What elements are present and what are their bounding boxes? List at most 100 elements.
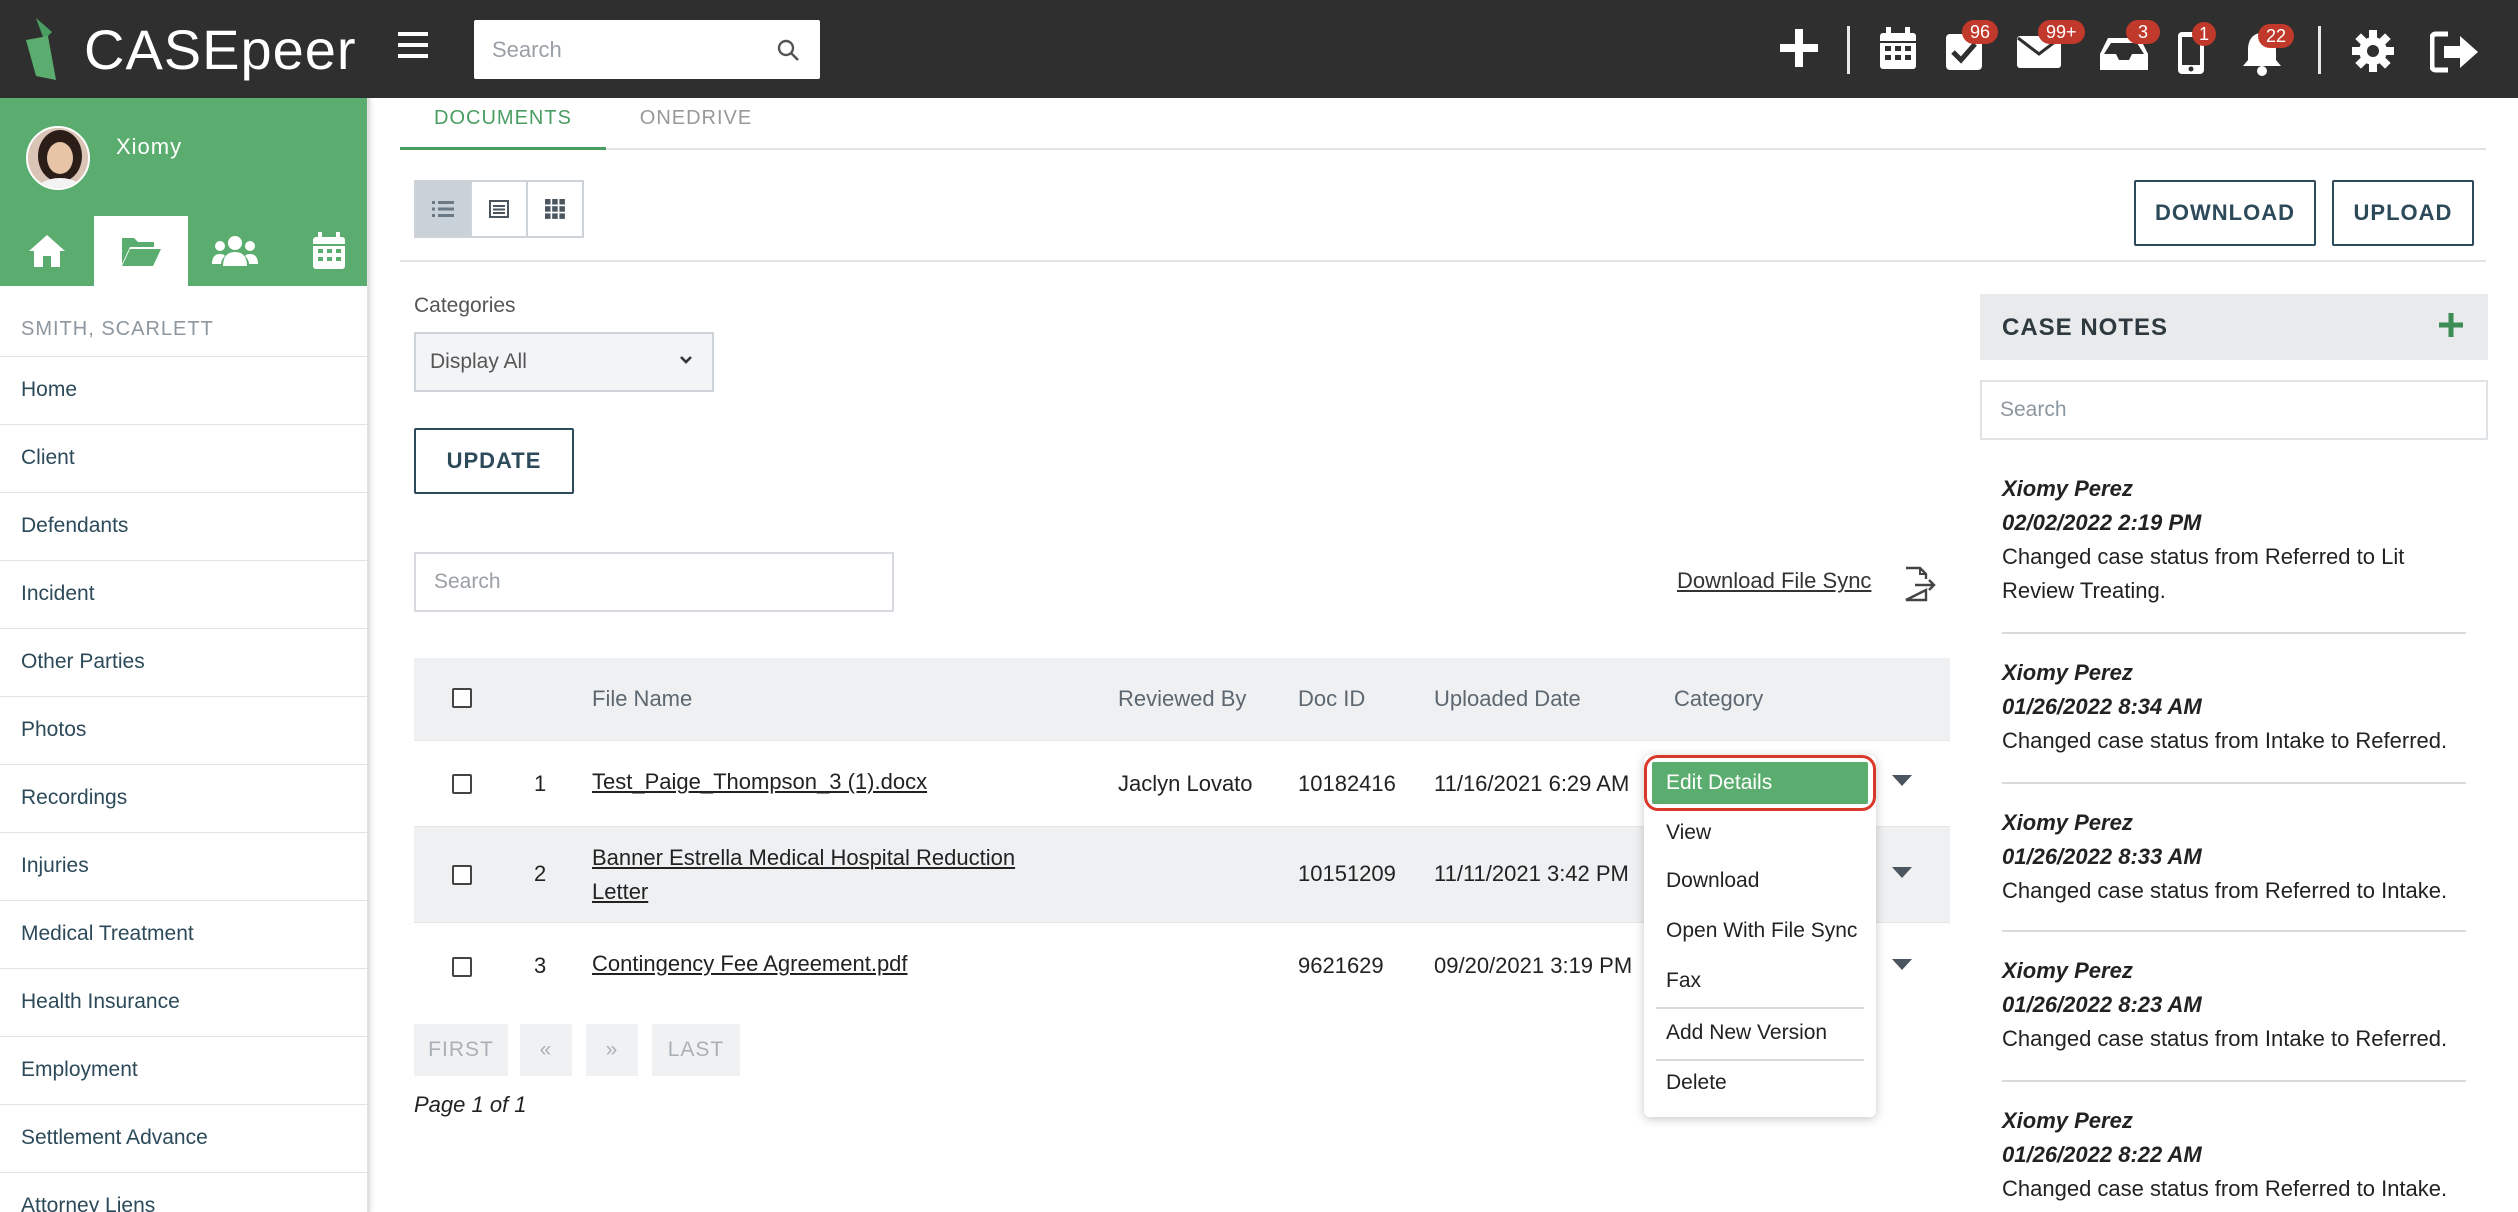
users-icon xyxy=(212,236,258,266)
global-search xyxy=(474,20,820,79)
note-author: Xiomy Perez xyxy=(2002,810,2133,835)
column-uploaded-date[interactable]: Uploaded Date xyxy=(1434,686,1581,712)
menu-item-view[interactable]: View xyxy=(1644,813,1876,853)
search-icon[interactable] xyxy=(776,38,800,62)
avatar[interactable] xyxy=(26,126,90,190)
tasks-badge: 96 xyxy=(1962,20,1999,44)
row-checkbox[interactable] xyxy=(452,774,472,794)
column-category[interactable]: Category xyxy=(1674,686,1763,712)
folder-open-icon xyxy=(122,238,161,266)
sidebar-item-home[interactable]: Home xyxy=(0,356,367,424)
sidebar-item-incident[interactable]: Incident xyxy=(0,560,367,628)
list-view-button[interactable] xyxy=(414,180,472,238)
sidebar-item-recordings[interactable]: Recordings xyxy=(0,764,367,832)
note-separator xyxy=(2002,632,2466,634)
grid-view-button[interactable] xyxy=(526,180,584,238)
pagination-prev[interactable]: « xyxy=(520,1024,572,1076)
sidebar-item-photos[interactable]: Photos xyxy=(0,696,367,764)
calendar-icon[interactable] xyxy=(1878,27,1918,71)
categories-select[interactable]: Display All xyxy=(414,332,714,392)
nav-documents[interactable] xyxy=(94,216,188,286)
row-checkbox[interactable] xyxy=(452,957,472,977)
caret-down-icon[interactable] xyxy=(1892,867,1912,879)
note-date: 01/26/2022 8:23 AM xyxy=(2002,992,2202,1017)
pagination-next[interactable]: » xyxy=(586,1024,638,1076)
caret-down-icon[interactable] xyxy=(1892,959,1912,971)
note-separator xyxy=(2002,782,2466,784)
nav-calendar[interactable] xyxy=(282,216,367,286)
sidebar-item-settlement-advance[interactable]: Settlement Advance xyxy=(0,1104,367,1172)
sidebar: Xiomy SMITH, SCARLETT Home Client Defend… xyxy=(0,98,370,1212)
pagination-first[interactable]: FIRST xyxy=(414,1024,508,1076)
grid-icon xyxy=(545,199,565,219)
column-file-name[interactable]: File Name xyxy=(592,686,692,712)
note-author: Xiomy Perez xyxy=(2002,476,2133,501)
mail-icon[interactable]: 99+ xyxy=(2016,20,2085,70)
case-notes-search-input[interactable] xyxy=(1982,382,2486,438)
case-note: Xiomy Perez 01/26/2022 8:23 AM Changed c… xyxy=(2002,954,2452,1056)
note-separator xyxy=(2002,1080,2466,1082)
file-name-link[interactable]: Banner Estrella Medical Hospital Reducti… xyxy=(592,841,1032,909)
uploaded-date: 11/11/2021 3:42 PM xyxy=(1434,861,1629,886)
sidebar-item-health-insurance[interactable]: Health Insurance xyxy=(0,968,367,1036)
file-name-link[interactable]: Contingency Fee Agreement.pdf xyxy=(592,947,908,981)
bell-icon[interactable]: 22 xyxy=(2240,24,2295,76)
sidebar-item-medical-treatment[interactable]: Medical Treatment xyxy=(0,900,367,968)
menu-item-delete[interactable]: Delete xyxy=(1644,1063,1876,1103)
upload-button[interactable]: UPLOAD xyxy=(2332,180,2474,246)
row-checkbox[interactable] xyxy=(452,865,472,885)
menu-item-download[interactable]: Download xyxy=(1644,861,1876,901)
tab-documents[interactable]: DOCUMENTS xyxy=(400,98,606,150)
sidebar-item-employment[interactable]: Employment xyxy=(0,1036,367,1104)
divider xyxy=(400,260,2486,262)
sidebar-item-client[interactable]: Client xyxy=(0,424,367,492)
download-button[interactable]: DOWNLOAD xyxy=(2134,180,2316,246)
menu-item-fax[interactable]: Fax xyxy=(1644,961,1876,1001)
note-author: Xiomy Perez xyxy=(2002,660,2133,685)
phone-icon[interactable]: 1 xyxy=(2176,22,2216,76)
gear-icon[interactable] xyxy=(2350,28,2396,74)
table-header: File Name Reviewed By Doc ID Uploaded Da… xyxy=(414,658,1950,740)
case-note: Xiomy Perez 02/02/2022 2:19 PM Changed c… xyxy=(2002,472,2452,608)
tab-onedrive[interactable]: ONEDRIVE xyxy=(606,98,786,150)
home-icon xyxy=(29,235,65,267)
doc-id: 9621629 xyxy=(1298,953,1384,978)
tasks-icon[interactable]: 96 xyxy=(1944,20,1999,72)
update-button[interactable]: UPDATE xyxy=(414,428,574,494)
logout-icon[interactable] xyxy=(2430,30,2480,74)
chevron-down-icon xyxy=(678,354,694,366)
hamburger-menu-icon[interactable] xyxy=(398,30,432,66)
plus-icon[interactable] xyxy=(1778,27,1820,69)
menu-item-open-with-file-sync[interactable]: Open With File Sync xyxy=(1644,911,1876,951)
document-tabs: DOCUMENTS ONEDRIVE xyxy=(400,98,2486,150)
column-reviewed-by[interactable]: Reviewed By xyxy=(1118,686,1246,712)
download-file-sync-link[interactable]: Download File Sync xyxy=(1677,568,1871,594)
case-notes-header: CASE NOTES xyxy=(1980,294,2488,360)
pagination-last[interactable]: LAST xyxy=(652,1024,740,1076)
inbox-icon[interactable]: 3 xyxy=(2098,20,2160,72)
sidebar-item-other-parties[interactable]: Other Parties xyxy=(0,628,367,696)
menu-item-add-new-version[interactable]: Add New Version xyxy=(1644,1013,1876,1053)
detail-view-button[interactable] xyxy=(470,180,528,238)
sidebar-item-defendants[interactable]: Defendants xyxy=(0,492,367,560)
file-export-icon[interactable] xyxy=(1902,566,1938,602)
highlight-ring xyxy=(1644,755,1876,811)
add-note-icon[interactable] xyxy=(2438,312,2464,338)
note-date: 01/26/2022 8:33 AM xyxy=(2002,844,2202,869)
global-search-input[interactable] xyxy=(474,20,820,79)
logo[interactable]: CASEpeer xyxy=(26,16,357,82)
menu-separator xyxy=(1656,1059,1864,1061)
select-all-checkbox[interactable] xyxy=(452,688,472,708)
nav-contacts[interactable] xyxy=(188,216,282,286)
sidebar-item-injuries[interactable]: Injuries xyxy=(0,832,367,900)
document-search-input[interactable] xyxy=(416,554,892,610)
top-bar: CASEpeer 96 99+ 3 1 22 xyxy=(0,0,2518,98)
nav-home[interactable] xyxy=(0,216,94,286)
caret-down-icon[interactable] xyxy=(1892,775,1912,787)
column-doc-id[interactable]: Doc ID xyxy=(1298,686,1365,712)
note-date: 01/26/2022 8:34 AM xyxy=(2002,694,2202,719)
sidebar-item-attorney-liens[interactable]: Attorney Liens xyxy=(0,1172,367,1212)
file-name-link[interactable]: Test_Paige_Thompson_3 (1).docx xyxy=(592,765,927,799)
note-text: Changed case status from Intake to Refer… xyxy=(2002,728,2448,753)
case-note: Xiomy Perez 01/26/2022 8:34 AM Changed c… xyxy=(2002,656,2452,758)
